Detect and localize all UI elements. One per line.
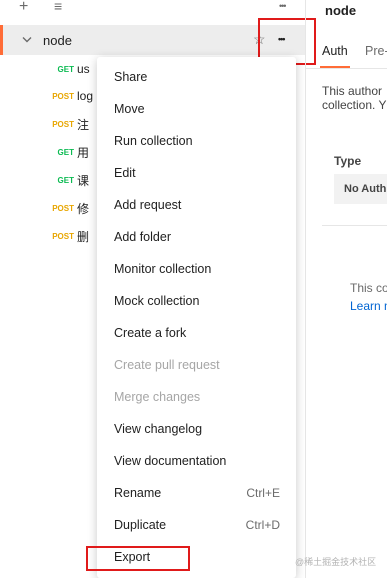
menu-item-rename[interactable]: Rename Ctrl+E — [97, 480, 296, 506]
collection-context-menu: Share Move Run collection Edit Add request Ad… — [97, 57, 296, 578]
type-label: Type — [334, 154, 362, 168]
sidebar-toolbar: + ≡ ••• — [0, 0, 305, 20]
request-item[interactable]: GET 用 — [48, 144, 98, 160]
menu-item-move[interactable]: Move — [97, 96, 296, 122]
auth-description-1: This author — [322, 84, 383, 98]
request-item[interactable]: POST 注 — [48, 116, 98, 132]
selected-indicator — [0, 25, 3, 55]
auth-description-2: collection. Y — [322, 98, 387, 112]
menu-item-label: Monitor collection — [114, 262, 212, 276]
request-method: POST — [52, 119, 74, 129]
request-item[interactable]: GET 课 — [48, 172, 98, 188]
menu-item-label: Mock collection — [114, 294, 200, 308]
learn-more-link[interactable]: Learn m — [350, 299, 387, 313]
request-name: 注 — [77, 117, 90, 132]
menu-item-label: Rename — [114, 486, 162, 500]
request-item[interactable]: POST log — [48, 88, 98, 104]
tabs-divider — [306, 68, 387, 69]
collection-name: node — [43, 33, 72, 48]
menu-item-label: Merge changes — [114, 390, 201, 404]
tab-auth[interactable]: Auth — [322, 44, 348, 58]
request-name: 用 — [77, 145, 90, 160]
menu-item-label: Add folder — [114, 230, 171, 244]
filter-icon[interactable]: ≡ — [54, 0, 62, 13]
menu-item-add-request[interactable]: Add request — [97, 192, 296, 218]
request-method: POST — [52, 91, 74, 101]
info-text: This co — [350, 281, 387, 295]
chevron-down-icon[interactable] — [22, 36, 32, 44]
menu-item-label: Create pull request — [114, 358, 220, 372]
menu-item-label: Edit — [114, 166, 136, 180]
menu-item-label: Share — [114, 70, 148, 84]
menu-item-run-collection[interactable]: Run collection — [97, 128, 296, 154]
request-method: POST — [52, 231, 74, 241]
menu-item-mock-collection[interactable]: Mock collection — [97, 288, 296, 314]
menu-item-add-folder[interactable]: Add folder — [97, 224, 296, 250]
request-name: 删 — [77, 229, 90, 244]
request-name: us — [77, 62, 90, 76]
auth-type-select[interactable]: No Auth — [334, 174, 387, 204]
plus-icon[interactable]: + — [19, 0, 28, 15]
highlight-export — [86, 546, 190, 571]
request-name: 修 — [77, 201, 90, 216]
menu-item-duplicate[interactable]: Duplicate Ctrl+D — [97, 512, 296, 538]
menu-item-share[interactable]: Share — [97, 64, 296, 90]
tab-pre-request[interactable]: Pre- — [365, 44, 387, 58]
menu-item-label: View documentation — [114, 454, 227, 468]
request-item[interactable]: GET us — [48, 61, 98, 77]
request-method: GET — [57, 64, 74, 74]
request-name: log — [77, 89, 94, 103]
menu-item-label: Move — [114, 102, 145, 116]
request-item[interactable]: POST 删 — [48, 228, 98, 244]
menu-item-merge-changes: Merge changes — [97, 384, 296, 410]
menu-item-view-documentation[interactable]: View documentation — [97, 448, 296, 474]
sidebar-more-icon[interactable]: ••• — [279, 1, 287, 11]
menu-item-label: View changelog — [114, 422, 203, 436]
menu-item-edit[interactable]: Edit — [97, 160, 296, 186]
watermark: @稀土掘金技术社区 — [295, 557, 377, 567]
menu-item-shortcut: Ctrl+E — [246, 486, 280, 500]
menu-item-create-pull-request: Create pull request — [97, 352, 296, 378]
menu-item-label: Create a fork — [114, 326, 187, 340]
panel-divider — [305, 0, 306, 578]
request-method: GET — [57, 147, 74, 157]
request-item[interactable]: POST 修 — [48, 200, 98, 216]
menu-item-view-changelog[interactable]: View changelog — [97, 416, 296, 442]
request-method: GET — [57, 175, 74, 185]
menu-item-label: Duplicate — [114, 518, 167, 532]
menu-item-label: Add request — [114, 198, 182, 212]
panel-title: node — [325, 3, 357, 18]
request-name: 课 — [77, 173, 90, 188]
menu-item-shortcut: Ctrl+D — [245, 518, 280, 532]
section-divider — [322, 225, 387, 226]
menu-item-label: Run collection — [114, 134, 193, 148]
request-method: POST — [52, 203, 74, 213]
auth-type-value: No Auth — [344, 183, 387, 195]
menu-item-create-a-fork[interactable]: Create a fork — [97, 320, 296, 346]
menu-item-monitor-collection[interactable]: Monitor collection — [97, 256, 296, 282]
